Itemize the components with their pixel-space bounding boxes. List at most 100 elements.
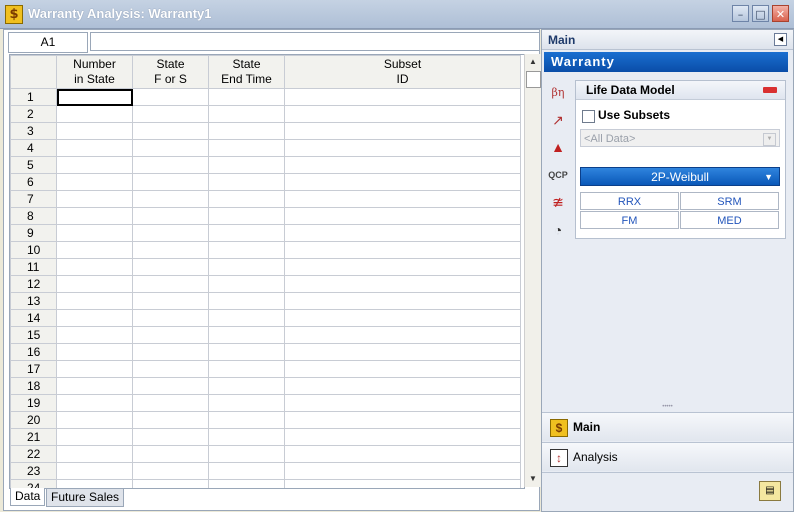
grid-cell[interactable] — [284, 377, 521, 395]
plot-icon[interactable]: ↗ — [546, 109, 570, 131]
qcp-icon[interactable]: QCP — [546, 164, 570, 186]
row-header[interactable]: 15 — [10, 326, 57, 344]
grid-cell[interactable] — [132, 462, 209, 480]
row-header[interactable]: 20 — [10, 411, 57, 429]
grid-cell[interactable] — [56, 207, 133, 225]
active-cell[interactable] — [56, 88, 133, 106]
row-header[interactable]: 7 — [10, 190, 57, 208]
grid-cell[interactable] — [208, 326, 285, 344]
column-header[interactable]: Number in State — [56, 55, 133, 89]
grid-cell[interactable] — [208, 343, 285, 361]
grid-cell[interactable] — [56, 173, 133, 191]
maximize-button[interactable]: □ — [752, 5, 769, 22]
row-header[interactable]: 4 — [10, 139, 57, 157]
grid-cell[interactable] — [132, 292, 209, 310]
gauge-icon[interactable]: ◔ — [546, 219, 570, 241]
row-header[interactable]: 6 — [10, 173, 57, 191]
row-header[interactable]: 3 — [10, 122, 57, 140]
grid-cell[interactable] — [208, 275, 285, 293]
grid-cell[interactable] — [208, 241, 285, 259]
grid-cell[interactable] — [56, 309, 133, 327]
grid-cell[interactable] — [56, 241, 133, 259]
grid-cell[interactable] — [132, 105, 209, 123]
row-header[interactable]: 17 — [10, 360, 57, 378]
row-header[interactable]: 14 — [10, 309, 57, 327]
row-header[interactable]: 16 — [10, 343, 57, 361]
sheet-tab-data[interactable]: Data — [10, 488, 46, 506]
grid-cell[interactable] — [284, 462, 521, 480]
collapse-icon[interactable]: ◀ — [774, 33, 787, 46]
scroll-up-icon[interactable]: ▲ — [525, 54, 541, 70]
grid-cell[interactable] — [56, 428, 133, 446]
method-srm[interactable]: SRM — [680, 192, 779, 210]
grid-cell[interactable] — [56, 156, 133, 174]
method-med[interactable]: MED — [680, 211, 779, 229]
grid-cell[interactable] — [208, 462, 285, 480]
grid-cell[interactable] — [132, 377, 209, 395]
grid-cell[interactable] — [208, 190, 285, 208]
grid-cell[interactable] — [284, 122, 521, 140]
subset-select[interactable]: <All Data> ▼ — [580, 129, 780, 147]
grid-cell[interactable] — [208, 292, 285, 310]
grid-cell[interactable] — [284, 156, 521, 174]
minimize-button[interactable]: – — [732, 5, 749, 22]
grid-cell[interactable] — [208, 445, 285, 463]
grid-cell[interactable] — [284, 241, 521, 259]
grid-cell[interactable] — [208, 173, 285, 191]
grid-cell[interactable] — [208, 428, 285, 446]
grid-cell[interactable] — [132, 343, 209, 361]
sheet-tab-future-sales[interactable]: Future Sales — [46, 488, 125, 507]
grid-cell[interactable] — [132, 88, 209, 106]
reliability-icon[interactable]: ▲ — [546, 136, 570, 158]
scroll-down-icon[interactable]: ▼ — [525, 471, 541, 487]
grid-cell[interactable] — [56, 139, 133, 157]
parameters-icon[interactable]: βη — [546, 82, 570, 104]
grid-cell[interactable] — [56, 292, 133, 310]
row-header[interactable]: 10 — [10, 241, 57, 259]
grid-cell[interactable] — [56, 190, 133, 208]
grid-cell[interactable] — [56, 445, 133, 463]
panel-splitter[interactable]: ••••• — [542, 404, 793, 410]
distribution-button[interactable]: 2P-Weibull ▼ — [580, 167, 780, 186]
row-header[interactable]: 19 — [10, 394, 57, 412]
formula-input[interactable] — [90, 32, 540, 51]
nav-analysis[interactable]: ↕ Analysis — [542, 442, 793, 471]
grid-cell[interactable] — [208, 207, 285, 225]
grid-cell[interactable] — [132, 258, 209, 276]
row-header[interactable]: 13 — [10, 292, 57, 310]
grid-cell[interactable] — [284, 343, 521, 361]
use-subsets-checkbox[interactable] — [582, 110, 595, 123]
corner-header[interactable] — [10, 55, 57, 89]
grid-cell[interactable] — [208, 411, 285, 429]
grid-cell[interactable] — [284, 394, 521, 412]
grid-cell[interactable] — [284, 275, 521, 293]
grid-cell[interactable] — [208, 309, 285, 327]
grid-cell[interactable] — [132, 207, 209, 225]
row-header[interactable]: 8 — [10, 207, 57, 225]
grid-cell[interactable] — [132, 190, 209, 208]
method-fm[interactable]: FM — [580, 211, 679, 229]
grid-cell[interactable] — [284, 326, 521, 344]
grid-cell[interactable] — [208, 377, 285, 395]
grid-cell[interactable] — [56, 275, 133, 293]
row-header[interactable]: 2 — [10, 105, 57, 123]
grid-cell[interactable] — [284, 360, 521, 378]
grid-cell[interactable] — [284, 173, 521, 191]
grid-cell[interactable] — [56, 462, 133, 480]
grid-cell[interactable] — [56, 377, 133, 395]
grid-cell[interactable] — [56, 394, 133, 412]
grid-cell[interactable] — [132, 309, 209, 327]
row-header[interactable]: 9 — [10, 224, 57, 242]
grid-cell[interactable] — [132, 139, 209, 157]
grid-cell[interactable] — [208, 105, 285, 123]
grid-cell[interactable] — [208, 156, 285, 174]
grid-cell[interactable] — [56, 343, 133, 361]
grid-cell[interactable] — [132, 156, 209, 174]
report-icon[interactable]: ▤ — [759, 481, 781, 501]
row-header[interactable]: 1 — [10, 88, 57, 106]
chart-icon[interactable]: ≇ — [546, 191, 570, 213]
grid-cell[interactable] — [132, 173, 209, 191]
grid-cell[interactable] — [132, 275, 209, 293]
grid-cell[interactable] — [284, 309, 521, 327]
row-header[interactable]: 21 — [10, 428, 57, 446]
